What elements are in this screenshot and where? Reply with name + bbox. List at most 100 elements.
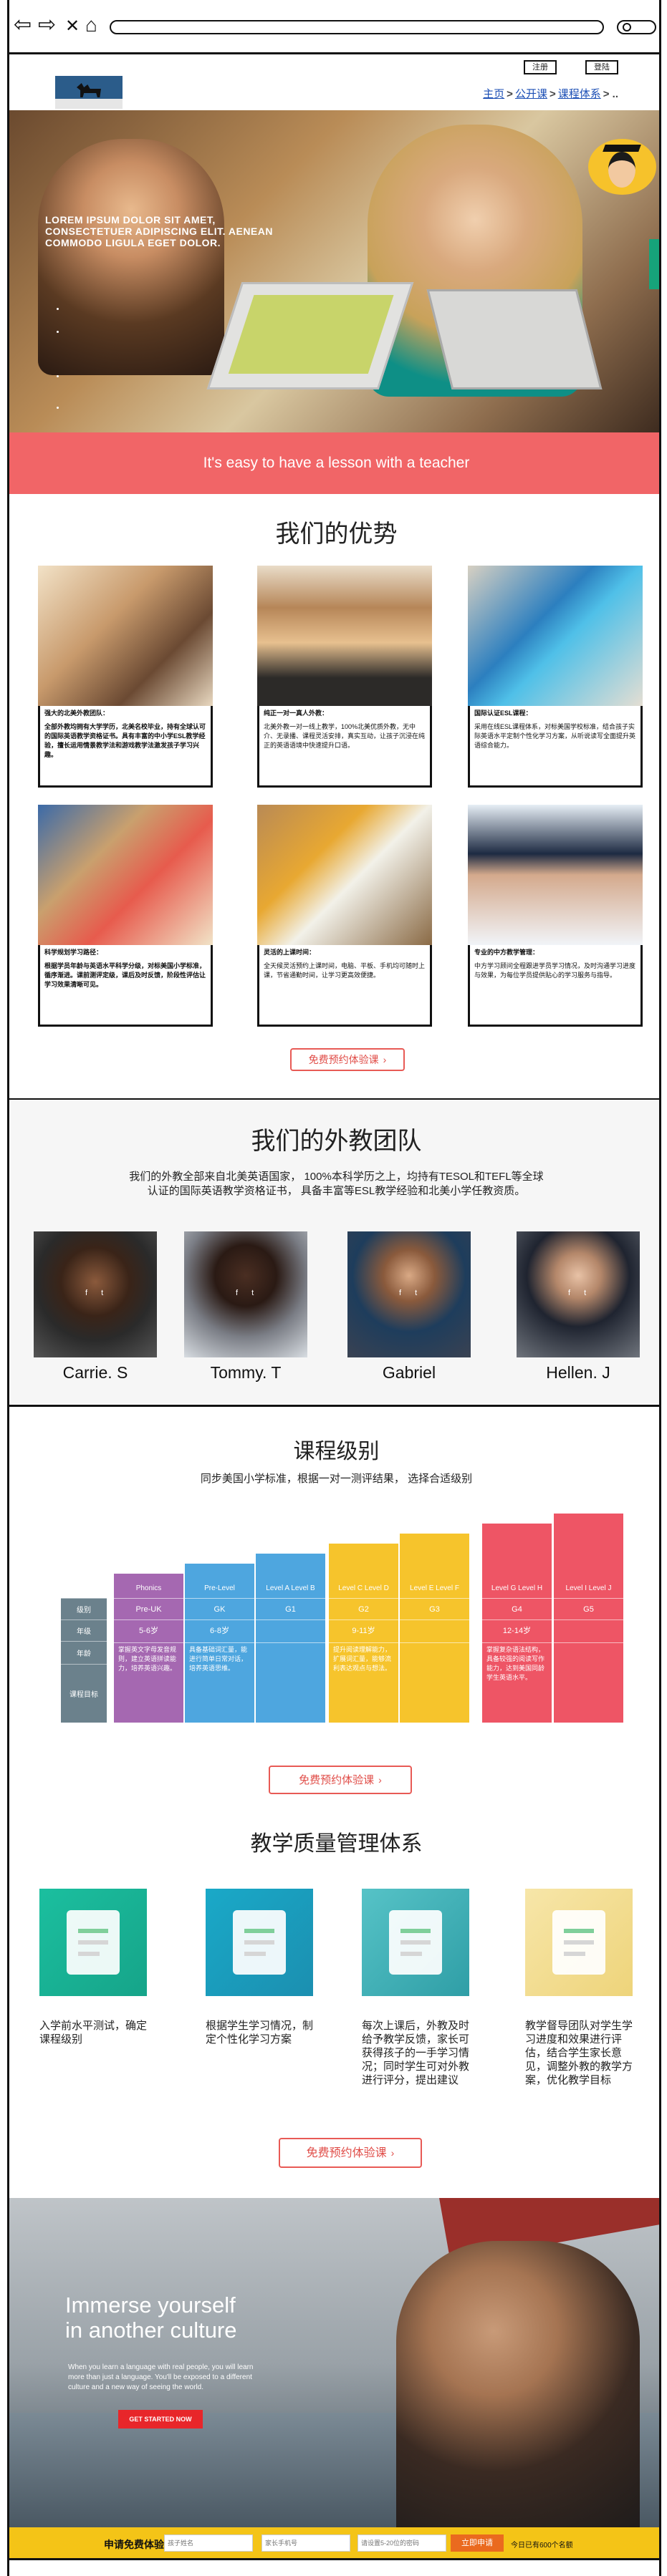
teacher-photo[interactable]: f t (184, 1231, 307, 1357)
advantage-text-box: 强大的北美外教团队： 全部外教均拥有大学学历，北美名校毕业，持有全球认可的国际英语… (38, 706, 213, 788)
get-started-button[interactable]: GET STARTED NOW (118, 2410, 203, 2429)
level-column: Level A Level B G1 (256, 1554, 325, 1723)
advantage-text-box: 纯正一对一真人外教： 北美外教一对一线上教学，100%北美优质外教，无中介、无录播… (257, 706, 432, 788)
level-age: 12-14岁 (482, 1619, 552, 1641)
advantage-card-body: 根据学员年龄与英语水平科学分级，对标美国小学标准，循序渐进。课前测评定级，课后及… (44, 962, 206, 988)
teacher-name: Gabriel (382, 1363, 436, 1382)
teacher-photo[interactable]: f t (34, 1231, 157, 1357)
level-age (400, 1619, 469, 1641)
traveler-photo (396, 2241, 640, 2527)
level-row-label: 课程目标 (61, 1664, 107, 1723)
signup-bar: 申请免费体验 立即申请 今日已有600个名额 (9, 2527, 659, 2560)
advantage-card-title: 国际认证ESL课程： (474, 710, 532, 717)
illustration-line (78, 1929, 108, 1933)
advantage-photo (257, 805, 432, 945)
social-icons[interactable]: f t (236, 1289, 259, 1297)
chevron-right-icon: › (390, 2147, 395, 2159)
advantage-card-title: 灵活的上课时间： (264, 949, 316, 956)
password-input[interactable] (358, 2534, 446, 2552)
illustration-line (400, 1940, 431, 1945)
browser-search[interactable] (617, 20, 656, 34)
advantage-card-title: 科学规划学习路径： (44, 949, 103, 956)
advantage-card-body: 采用在线ESL课程体系，对标美国学校标准，结合孩子实际英语水平定制个性化学习方案… (474, 723, 636, 749)
level-grade: Pre-UK (114, 1598, 183, 1619)
level-age: 6-8岁 (185, 1619, 254, 1641)
breadcrumb-open-class[interactable]: 公开课 (515, 88, 547, 100)
breadcrumb-curriculum[interactable]: 课程体系 (558, 88, 601, 100)
teacher-meeting-icon (206, 1889, 313, 1996)
level-name: Level C Level D (338, 1584, 389, 1592)
side-share-icons[interactable] (649, 239, 659, 289)
chevron-right-icon: › (383, 1054, 387, 1065)
breadcrumb: 主页 > 公开课 > 课程体系 > .. (483, 88, 618, 100)
level-age: 9-11岁 (329, 1619, 398, 1641)
free-trial-button-3[interactable]: 免费预约体验课 › (279, 2138, 422, 2168)
level-age: 5-6岁 (114, 1619, 183, 1641)
advantage-text-box: 科学规划学习路径： 根据学员年龄与英语水平科学分级，对标美国小学标准，循序渐进。课… (38, 945, 213, 1027)
illustration-line (564, 1940, 594, 1945)
team-title: 我们的外教团队 (251, 1127, 422, 1156)
social-icons[interactable]: f t (85, 1289, 109, 1297)
illustration-line (400, 1952, 422, 1956)
level-goal: 掌握英文字母发音规则，建立英语拼读能力，培养英语兴趣。 (114, 1642, 183, 1723)
teacher-photo[interactable]: f t (347, 1231, 471, 1357)
clipboard-icon (362, 1889, 469, 1996)
advantage-photo (257, 566, 432, 706)
close-icon[interactable]: ✕ (65, 16, 80, 37)
signup-label: 申请免费体验 (104, 2539, 164, 2550)
advantage-card-title: 强大的北美外教团队： (44, 710, 110, 717)
advantage-text-box: 专业的中方教学管理： 中方学习顾问全程跟进学员学习情况，及时沟通学习进度与效果，为… (468, 945, 643, 1027)
forward-arrow-icon[interactable]: ⇨ (38, 14, 56, 36)
parent-phone-input[interactable] (261, 2534, 350, 2552)
document-check-icon (39, 1889, 147, 1996)
advantage-card-body: 全部外教均拥有大学学历，北美名校毕业，持有全球认可的国际英语教学资格证书。具有丰… (44, 723, 206, 758)
advantage-card: 灵活的上课时间： 全天候灵活预约上课时间，电脑、平板、手机均可随时上课，节省通勤时… (257, 805, 432, 1028)
level-name: Phonics (135, 1584, 162, 1592)
level-age (256, 1619, 325, 1641)
quality-item-text: 教学督导团队对学生学习进度和效果进行评估，结合学生家长意见，调整外教的教学方案，… (525, 2020, 633, 2086)
level-column: Level C Level D G2 9-11岁 提升阅读理解能力，扩展词汇量，能够流… (329, 1544, 398, 1723)
levels-title: 课程级别 (293, 1439, 380, 1464)
illustration-line (244, 1929, 274, 1933)
social-icons[interactable]: f t (399, 1289, 423, 1297)
advantage-text-box: 灵活的上课时间： 全天候灵活预约上课时间，电脑、平板、手机均可随时上课，节省通勤时… (257, 945, 432, 1027)
culture-title: Immerse yourself in another culture (65, 2292, 352, 2343)
site-logo[interactable] (55, 76, 123, 109)
advantage-card: 科学规划学习路径： 根据学员年龄与英语水平科学分级，对标美国小学标准，循序渐进。课… (38, 805, 213, 1028)
deer-logo-icon (77, 83, 101, 97)
teacher-name: Carrie. S (62, 1363, 128, 1382)
illustration-line (244, 1952, 266, 1956)
teacher-mascot-icon[interactable] (588, 139, 656, 195)
team-desc-line1: 我们的外教全部来自北美英语国家， 100%本科学历之上，均持有TESOL和TEF… (129, 1171, 544, 1183)
teacher-photo[interactable]: f t (517, 1231, 640, 1357)
search-icon (623, 23, 631, 32)
social-icons[interactable]: f t (568, 1289, 592, 1297)
free-trial-button-2[interactable]: 免费预约体验课 › (269, 1766, 412, 1794)
free-trial-button-1[interactable]: 免费预约体验课 › (290, 1048, 405, 1071)
level-row-label: 年级 (61, 1619, 107, 1641)
level-goal (554, 1642, 623, 1723)
advantage-card: 强大的北美外教团队： 全部外教均拥有大学学历，北美名校毕业，持有全球认可的国际英语… (38, 566, 213, 789)
apply-now-button[interactable]: 立即申请 (451, 2534, 504, 2552)
hero-laptop-right (426, 289, 603, 389)
register-button[interactable]: 注册 (524, 60, 557, 74)
level-grade: G3 (400, 1598, 469, 1619)
level-goal: 具备基础词汇量，能进行简单日常对话，培养英语思维。 (185, 1642, 254, 1723)
child-name-input[interactable] (164, 2534, 253, 2552)
level-grade: GK (185, 1598, 254, 1619)
illustration-line (564, 1952, 585, 1956)
level-column: Phonics Pre-UK 5-6岁 掌握英文字母发音规则，建立英语拼读能力，培养英… (114, 1574, 183, 1723)
illustration-line (564, 1929, 594, 1933)
quality-item-text: 根据学生学习情况，制定个性化学习方案 (206, 2020, 314, 2045)
quality-item-text: 每次上课后，外教及时给予教学反馈，家长可获得孩子的一手学习情况；同时学生可对外教… (362, 2020, 470, 2086)
culture-desc: When you learn a language with real peop… (68, 2363, 254, 2391)
home-icon[interactable]: ⌂ (85, 14, 97, 36)
level-row-label: 年龄 (61, 1641, 107, 1664)
login-button[interactable]: 登陆 (585, 60, 618, 74)
level-grade: G2 (329, 1598, 398, 1619)
back-arrow-icon[interactable]: ⇦ (14, 14, 32, 36)
url-bar[interactable] (110, 20, 604, 34)
breadcrumb-home[interactable]: 主页 (483, 88, 504, 100)
promo-banner: It's easy to have a lesson with a teache… (9, 432, 659, 494)
level-goal: 提升阅读理解能力，扩展词汇量，能够流利表达观点与想法。 (329, 1642, 398, 1723)
